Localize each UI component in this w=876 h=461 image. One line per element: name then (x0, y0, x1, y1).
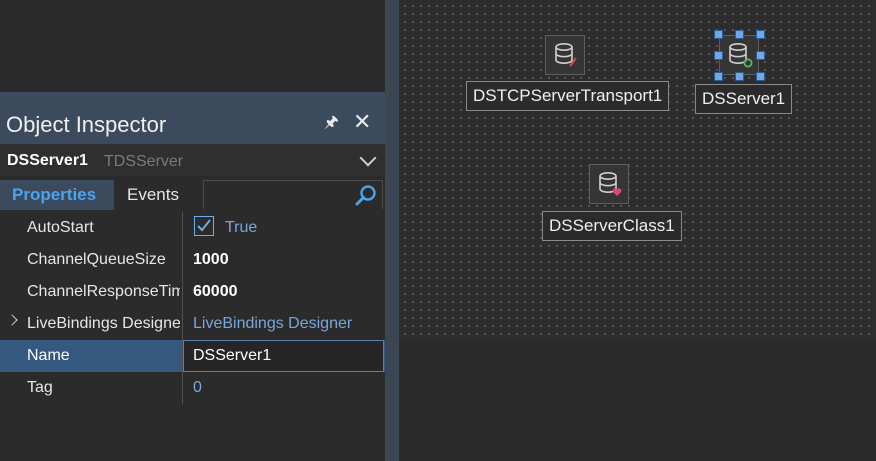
database-server-icon[interactable] (719, 35, 759, 75)
object-inspector: Object Inspector 🖈︎ ✕ DSServer1 TDSServe… (0, 92, 385, 461)
column-divider[interactable] (182, 212, 183, 404)
resize-handle[interactable] (756, 51, 765, 60)
database-class-icon[interactable] (589, 164, 629, 204)
empty-panel-area (0, 0, 385, 92)
panel-splitter[interactable] (385, 92, 399, 461)
chevron-right-icon[interactable] (6, 314, 18, 326)
database-icon (599, 172, 622, 196)
resize-handle[interactable] (756, 30, 765, 39)
property-value: 0 (193, 379, 202, 396)
database-transport-icon[interactable] (545, 35, 585, 75)
database-icon (729, 43, 753, 68)
resize-handle[interactable] (756, 72, 765, 81)
property-name: AutoStart (27, 219, 94, 236)
property-row-tag[interactable]: Tag 0 (0, 372, 385, 404)
pin-icon[interactable]: 🖈︎ (324, 114, 339, 132)
property-row-channelresponsetimeout[interactable]: ChannelResponseTimeout 60000 (0, 276, 385, 308)
resize-handle[interactable] (714, 30, 723, 39)
property-value: 60000 (193, 283, 238, 300)
resize-handle[interactable] (714, 72, 723, 81)
property-name: Tag (27, 379, 53, 396)
component-label[interactable]: DSServer1 (695, 84, 793, 114)
property-row-name[interactable]: Name DSServer1 (0, 340, 385, 372)
designer-background (399, 341, 876, 461)
resize-handle[interactable] (735, 30, 744, 39)
property-value[interactable]: DSServer1 (193, 347, 271, 365)
checkmark-icon (197, 219, 211, 232)
tab-events[interactable]: Events (114, 180, 202, 210)
close-icon[interactable]: ✕ (353, 110, 371, 134)
inspector-title: Object Inspector (6, 112, 167, 137)
autostart-checkbox[interactable] (194, 216, 214, 236)
inspector-titlebar: Object Inspector 🖈︎ ✕ (0, 92, 385, 144)
search-icon[interactable] (354, 183, 378, 207)
splitter-top[interactable] (385, 0, 399, 92)
property-name: ChannelQueueSize (27, 251, 166, 268)
property-name: Name (27, 347, 70, 364)
object-selector[interactable]: DSServer1 TDSServer (0, 144, 385, 176)
property-value: True (225, 219, 258, 236)
resize-handle[interactable] (714, 51, 723, 60)
selected-object-name: DSServer1 (7, 152, 88, 169)
form-designer[interactable]: DSTCPServerTransport1 DSServer1 DSServer… (399, 0, 876, 341)
tab-properties[interactable]: Properties (0, 180, 114, 210)
property-value-link[interactable]: LiveBindings Designer (193, 315, 352, 333)
resize-handle[interactable] (735, 72, 744, 81)
property-row-autostart[interactable]: AutoStart True (0, 212, 385, 244)
property-value: 1000 (193, 251, 229, 268)
property-name: LiveBindings Designer (27, 315, 180, 332)
property-row-livebindings[interactable]: LiveBindings Designer LiveBindings Desig… (0, 308, 385, 340)
component-label[interactable]: DSServerClass1 (542, 211, 682, 241)
database-icon (555, 43, 577, 67)
chevron-down-icon[interactable] (359, 149, 377, 167)
property-row-channelqueuesize[interactable]: ChannelQueueSize 1000 (0, 244, 385, 276)
inspector-tabs: Properties Events (0, 180, 385, 210)
selected-object-type: TDSServer (104, 153, 184, 170)
name-editor[interactable]: DSServer1 (183, 340, 384, 372)
component-label[interactable]: DSTCPServerTransport1 (466, 81, 670, 111)
property-name: ChannelResponseTimeout (27, 283, 180, 300)
